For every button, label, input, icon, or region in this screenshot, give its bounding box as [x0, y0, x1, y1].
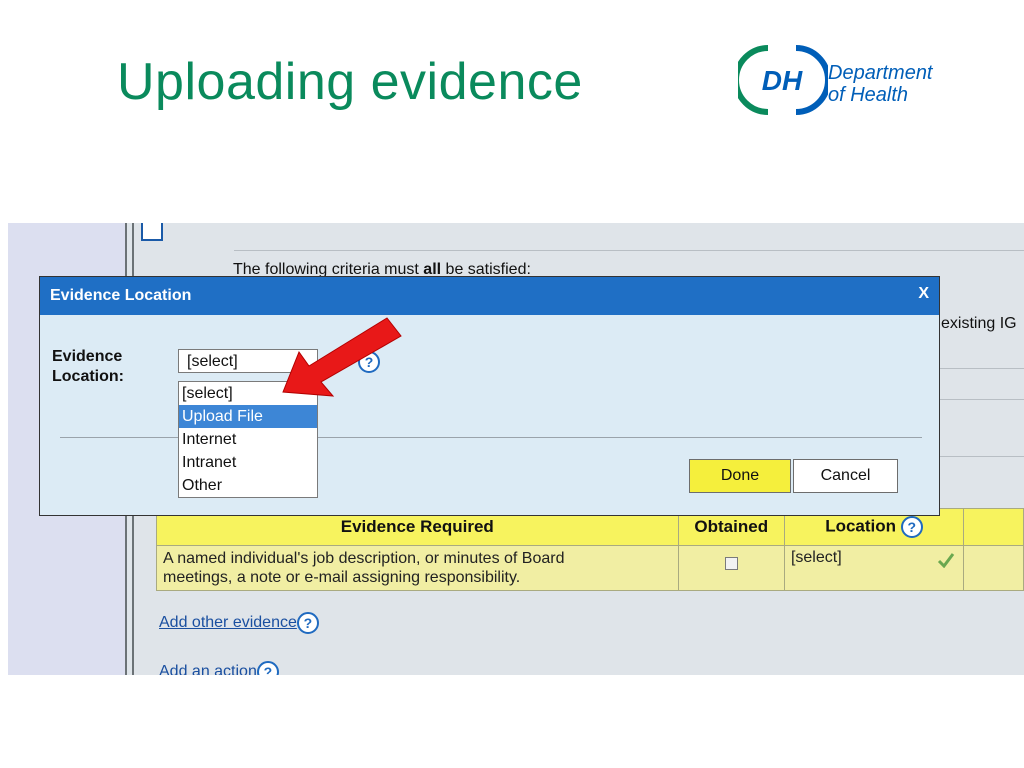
location-cell[interactable]: [select]: [783, 545, 965, 591]
dialog-titlebar: Evidence Location X: [40, 277, 939, 315]
svg-text:DH: DH: [762, 65, 803, 96]
location-value: [select]: [790, 549, 842, 566]
evidence-table: Evidence Required Obtained Location ? A …: [156, 508, 1024, 591]
obtained-cell: [677, 545, 785, 591]
help-icon[interactable]: ?: [256, 661, 279, 675]
slide-title: Uploading evidence: [117, 53, 583, 111]
close-button[interactable]: X: [918, 285, 929, 303]
check-icon: [937, 553, 955, 568]
help-icon[interactable]: ?: [900, 516, 923, 538]
logo-line-of-health: of Health: [828, 84, 909, 106]
dialog-title: Evidence Location: [50, 287, 192, 304]
add-action-link[interactable]: Add an action?: [159, 661, 279, 675]
option-internet[interactable]: Internet: [179, 428, 317, 451]
add-other-evidence-link[interactable]: Add other evidence?: [159, 612, 319, 634]
obtained-checkbox[interactable]: [724, 557, 738, 570]
option-upload-file[interactable]: Upload File: [179, 405, 317, 428]
evidence-location-label: Evidence Location:: [52, 348, 124, 385]
logo-line-department: Department: [828, 62, 933, 84]
table-row: A named individual's job description, or…: [156, 545, 1024, 591]
department-of-health-logo: DH Department of Health: [733, 40, 988, 120]
evidence-required-cell: A named individual's job description, or…: [156, 545, 679, 591]
cancel-button[interactable]: Cancel: [793, 459, 898, 493]
option-intranet[interactable]: Intranet: [179, 451, 317, 474]
option-other[interactable]: Other: [179, 474, 317, 497]
background-text-fragment: existing IG: [941, 315, 1017, 332]
evidence-location-dialog: Evidence Location X Evidence Location: […: [39, 276, 940, 516]
dh-logo-mark-icon: DH: [733, 45, 831, 115]
section-checkbox[interactable]: [141, 223, 163, 241]
red-arrow-icon: [282, 317, 402, 397]
done-button[interactable]: Done: [689, 459, 791, 493]
help-icon[interactable]: ?: [296, 612, 319, 634]
